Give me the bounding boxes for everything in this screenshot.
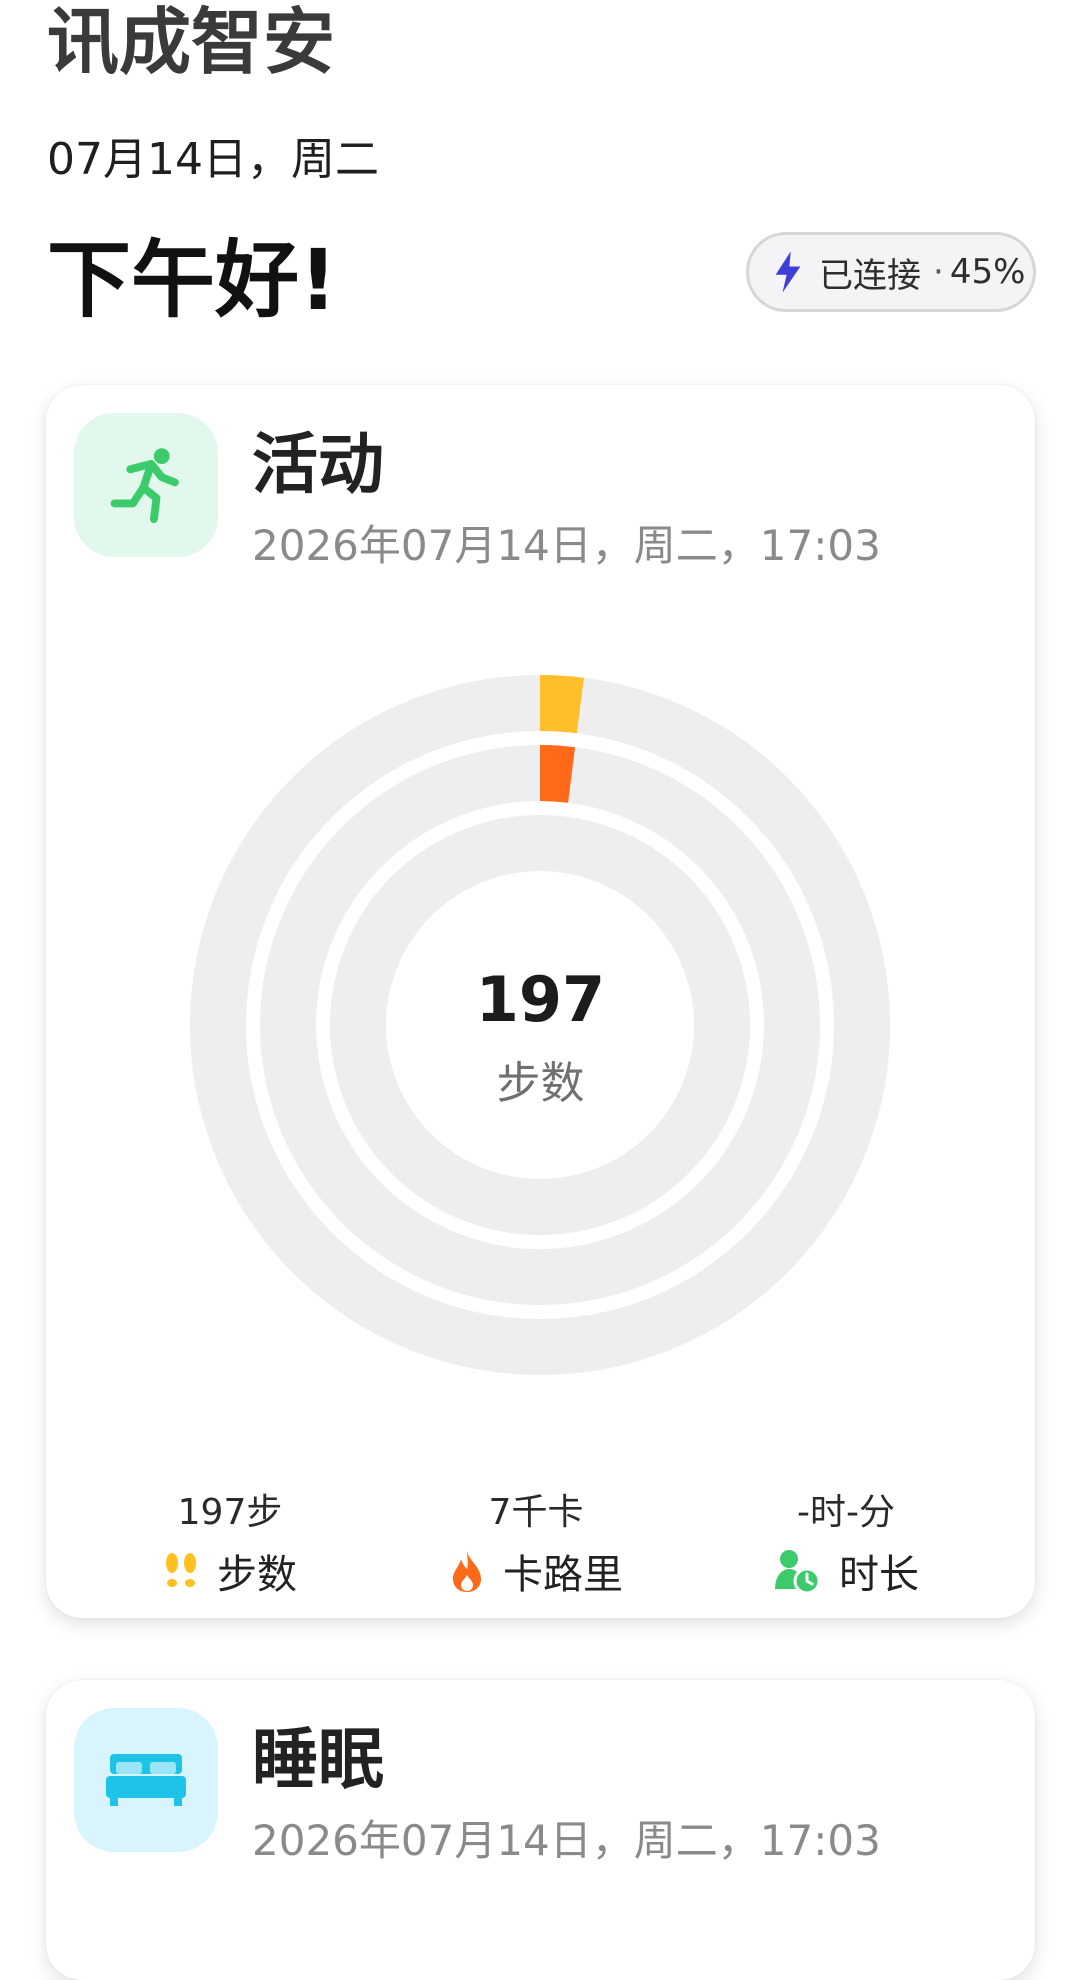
outer-ring-progress	[539, 675, 584, 734]
current-date: 07月14日，周二	[47, 134, 379, 185]
connection-status-label: 已连接	[819, 255, 921, 296]
stat-steps-value: 197步	[177, 1492, 283, 1533]
activity-card[interactable]: 活动 2026年07月14日，周二，17:03 197 步数 197步 步数 7…	[46, 385, 1035, 1618]
sleep-title: 睡眠	[252, 1721, 384, 1798]
stat-duration-label: 时长	[839, 1552, 919, 1598]
stat-calories-value: 7千卡	[488, 1492, 584, 1533]
separator-dot: ·	[933, 252, 944, 292]
footsteps-icon	[166, 1553, 196, 1587]
person-clock-icon	[775, 1550, 821, 1595]
steps-center-label: 步数	[496, 1058, 585, 1109]
steps-center-value: 197	[475, 963, 606, 1036]
connection-status-badge[interactable]: 已连接 · 45%	[746, 232, 1036, 312]
sleep-card[interactable]: 睡眠 2026年07月14日，周二，17:03	[46, 1680, 1035, 1980]
sleep-icon-tile	[74, 1708, 218, 1852]
stat-calories[interactable]: 7千卡 卡路里	[386, 1490, 686, 1600]
stat-steps[interactable]: 197步 步数	[80, 1490, 380, 1600]
sleep-timestamp: 2026年07月14日，周二，17:03	[252, 1816, 881, 1865]
stat-steps-label: 步数	[217, 1552, 297, 1598]
bolt-icon	[775, 251, 801, 293]
flame-icon	[453, 1551, 481, 1592]
running-icon	[110, 448, 179, 524]
bed-icon	[106, 1754, 186, 1806]
greeting-text: 下午好!	[47, 231, 338, 329]
activity-icon-tile	[74, 413, 218, 557]
activity-title: 活动	[252, 426, 384, 503]
activity-timestamp: 2026年07月14日，周二，17:03	[252, 521, 881, 570]
stat-duration[interactable]: -时-分 时长	[696, 1490, 996, 1600]
app-title: 讯成智安	[47, 0, 336, 84]
stat-calories-label: 卡路里	[503, 1552, 623, 1598]
middle-ring-progress	[539, 745, 576, 803]
battery-level: 45%	[949, 252, 1026, 292]
stat-duration-value: -时-分	[797, 1492, 895, 1533]
